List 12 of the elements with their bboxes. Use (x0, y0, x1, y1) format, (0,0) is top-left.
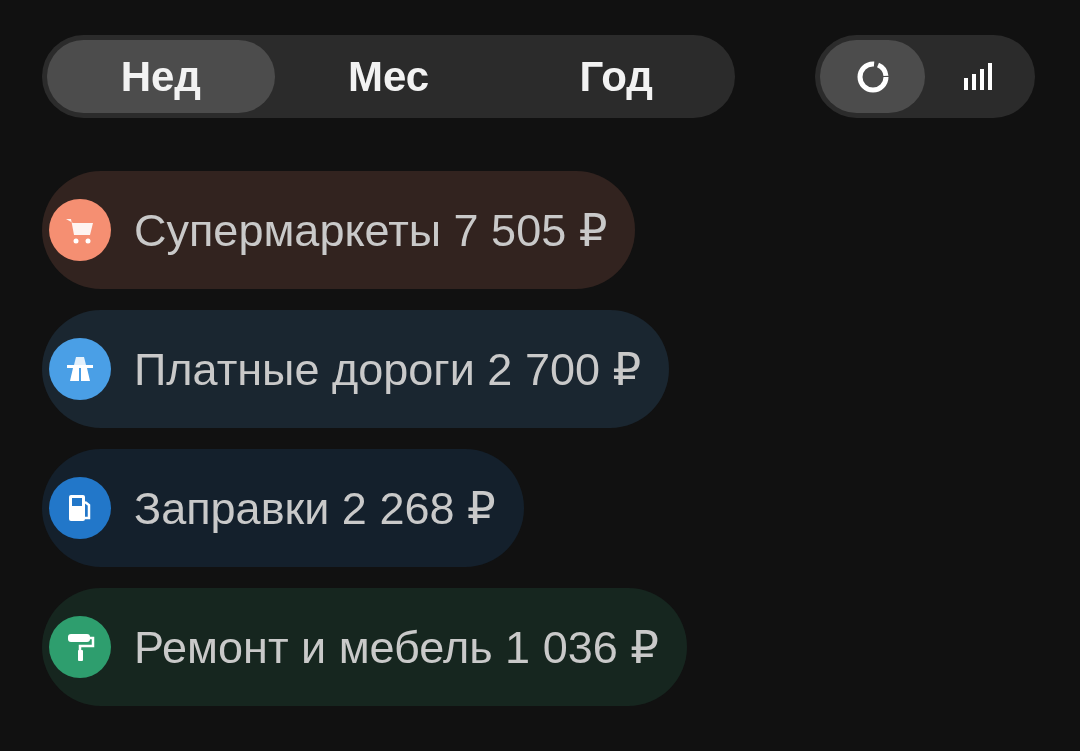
category-label: Платные дороги 2 700 ₽ (134, 342, 642, 396)
category-chip[interactable]: Платные дороги 2 700 ₽ (42, 310, 670, 428)
period-tab[interactable]: Год (502, 40, 730, 113)
category-label: Супермаркеты 7 505 ₽ (134, 203, 608, 257)
category-label: Заправки 2 268 ₽ (134, 481, 496, 535)
category-chip[interactable]: Ремонт и мебель 1 036 ₽ (42, 588, 687, 706)
period-tab[interactable]: Нед (47, 40, 275, 113)
category-chip[interactable]: Заправки 2 268 ₽ (42, 449, 524, 567)
category-label: Ремонт и мебель 1 036 ₽ (134, 620, 659, 674)
category-chip[interactable]: Супермаркеты 7 505 ₽ (42, 171, 636, 289)
view-toggle-button[interactable] (820, 40, 925, 113)
period-tab[interactable]: Мес (274, 40, 503, 113)
